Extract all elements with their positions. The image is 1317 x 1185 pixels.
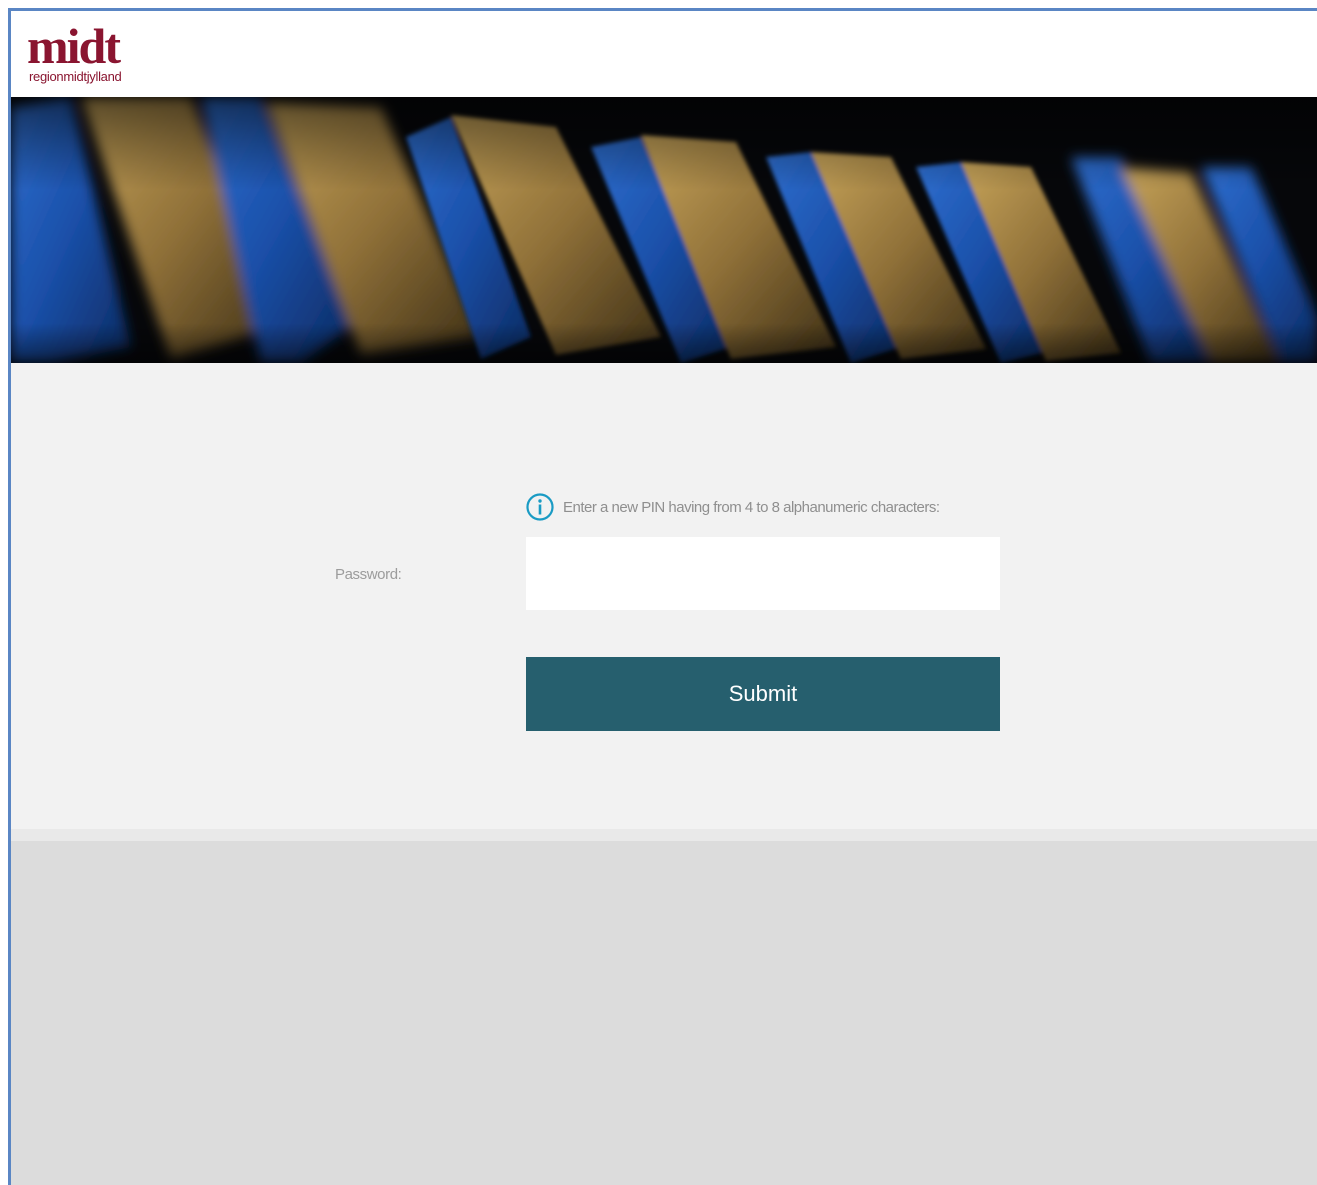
password-input[interactable]	[526, 537, 1000, 610]
pin-hint: Enter a new PIN having from 4 to 8 alpha…	[525, 489, 940, 525]
logo: midt regionmidtjylland	[27, 18, 122, 84]
logo-mark: midt	[27, 18, 121, 74]
password-label: Password:	[335, 566, 402, 583]
hint-text: Enter a new PIN having from 4 to 8 alpha…	[563, 498, 940, 516]
header: midt regionmidtjylland	[11, 11, 1317, 97]
submit-button[interactable]: Submit	[526, 657, 1000, 731]
banner-image	[11, 97, 1317, 363]
logo-subtext: regionmidtjylland	[29, 69, 122, 84]
info-circle-icon	[526, 493, 554, 521]
footer-area	[11, 841, 1317, 1185]
page-frame: midt regionmidtjylland Enter a new PIN h…	[8, 8, 1317, 1185]
section-divider	[11, 829, 1317, 841]
form-section: Enter a new PIN having from 4 to 8 alpha…	[11, 363, 1317, 839]
keyboard-keys-illustration	[11, 97, 1317, 363]
